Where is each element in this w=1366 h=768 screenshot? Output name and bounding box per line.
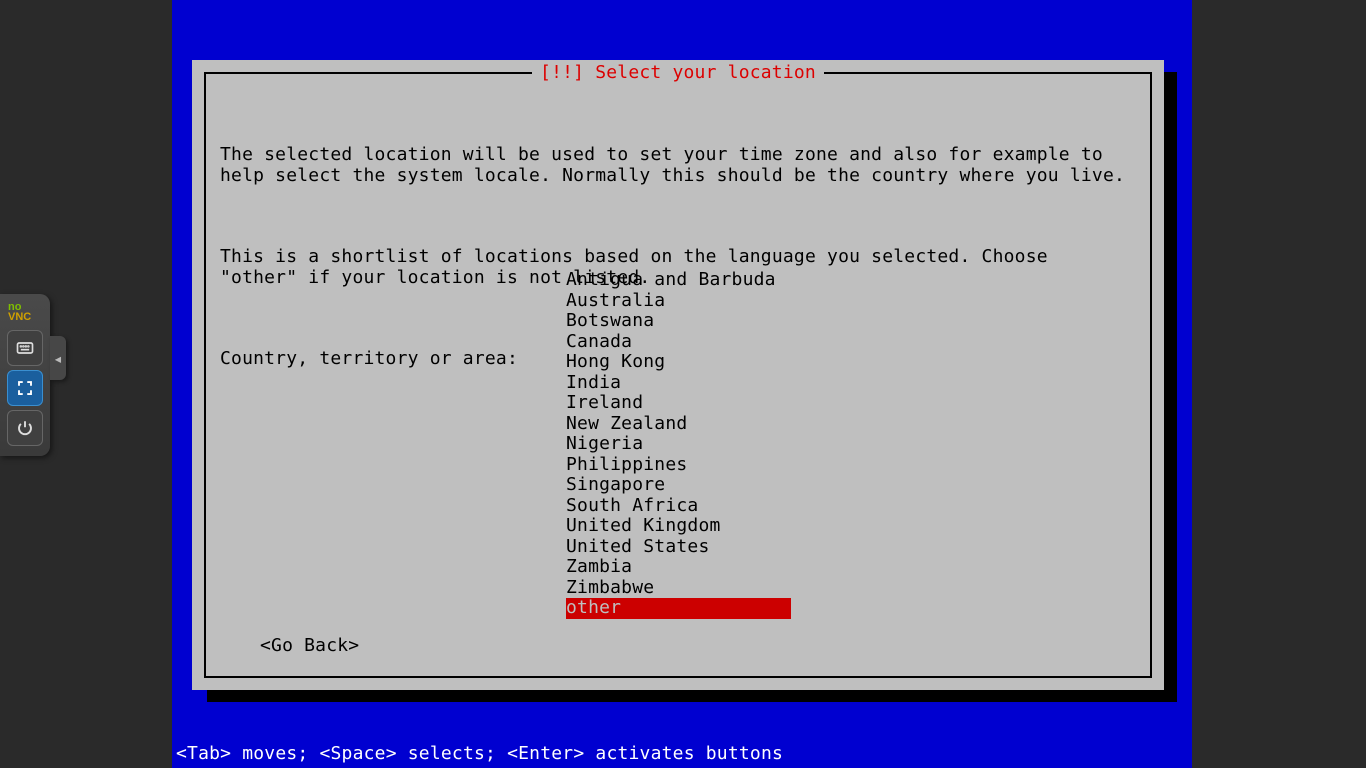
novnc-panel: no VNC xyxy=(0,294,50,456)
help-bar: <Tab> moves; <Space> selects; <Enter> ac… xyxy=(172,744,1192,768)
go-back-button[interactable]: <Go Back> xyxy=(260,636,359,657)
location-option[interactable]: Ireland xyxy=(566,393,791,414)
location-option[interactable]: United Kingdom xyxy=(566,516,791,537)
location-option[interactable]: Botswana xyxy=(566,311,791,332)
dialog-frame: [!!] Select your location The selected l… xyxy=(204,72,1152,678)
letterbox-right xyxy=(1192,0,1366,768)
location-option[interactable]: New Zealand xyxy=(566,414,791,435)
location-option[interactable]: other xyxy=(566,598,791,619)
screen: no VNC ◂ xyxy=(0,0,1366,768)
location-option-list[interactable]: Antigua and BarbudaAustraliaBotswanaCana… xyxy=(566,270,791,619)
installer-screen: [!!] Select your location The selected l… xyxy=(172,0,1192,768)
dialog-title-wrap: [!!] Select your location xyxy=(206,63,1150,84)
location-option[interactable]: South Africa xyxy=(566,496,791,517)
dialog-paragraph-1: The selected location will be used to se… xyxy=(220,145,1136,186)
location-option[interactable]: Zimbabwe xyxy=(566,578,791,599)
chevron-left-icon: ◂ xyxy=(53,349,63,368)
location-option[interactable]: Australia xyxy=(566,291,791,312)
location-option[interactable]: India xyxy=(566,373,791,394)
novnc-logo-vnc: VNC xyxy=(8,311,31,323)
power-icon xyxy=(16,419,34,437)
novnc-logo: no VNC xyxy=(8,302,46,322)
location-option[interactable]: United States xyxy=(566,537,791,558)
location-option[interactable]: Zambia xyxy=(566,557,791,578)
keyboard-icon xyxy=(15,338,35,358)
novnc-keyboard-button[interactable] xyxy=(7,330,43,366)
location-option[interactable]: Canada xyxy=(566,332,791,353)
location-option[interactable]: Hong Kong xyxy=(566,352,791,373)
novnc-power-button[interactable] xyxy=(7,410,43,446)
location-option[interactable]: Singapore xyxy=(566,475,791,496)
fullscreen-icon xyxy=(16,379,34,397)
dialog-box: [!!] Select your location The selected l… xyxy=(192,60,1164,690)
novnc-panel-handle[interactable]: ◂ xyxy=(50,336,66,380)
novnc-fullscreen-button[interactable] xyxy=(7,370,43,406)
location-option[interactable]: Nigeria xyxy=(566,434,791,455)
location-option[interactable]: Antigua and Barbuda xyxy=(566,270,791,291)
location-option[interactable]: Philippines xyxy=(566,455,791,476)
dialog-title: [!!] Select your location xyxy=(532,63,824,84)
